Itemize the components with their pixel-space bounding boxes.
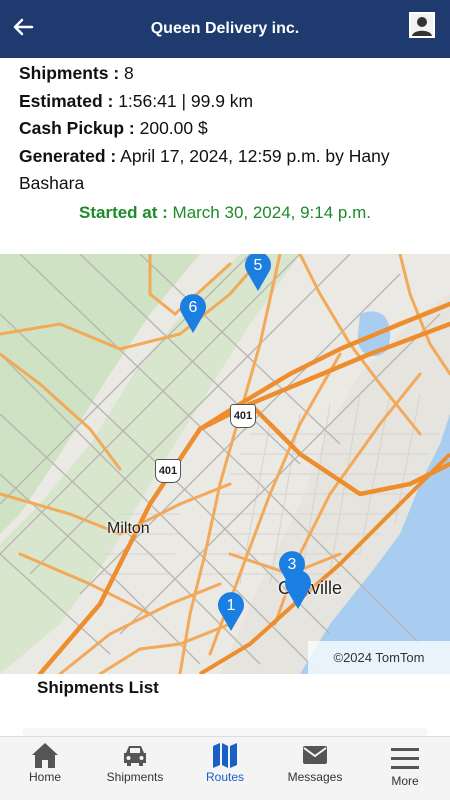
estimated-row: Estimated : 1:56:41 | 99.9 km <box>19 88 439 116</box>
app-screen: Queen Delivery inc. Shipments : 8 Estima… <box>0 0 450 800</box>
header-title: Queen Delivery inc. <box>150 20 300 37</box>
highway-401-shield-lower: 401 <box>155 459 181 483</box>
nav-home[interactable]: Home <box>0 737 90 800</box>
map-pin-6[interactable]: 6 <box>179 294 207 334</box>
nav-home-label: Home <box>28 770 61 784</box>
menu-icon <box>391 748 419 769</box>
cash-pickup-row: Cash Pickup : 200.00 $ <box>19 115 439 143</box>
pin-number: 1 <box>226 597 236 614</box>
profile-button[interactable] <box>409 12 435 38</box>
nav-more-label: More <box>391 774 419 788</box>
nav-routes[interactable]: Routes <box>180 737 270 800</box>
generated-label: Generated : <box>19 145 117 166</box>
shipments-row: Shipments : 8 <box>19 60 439 88</box>
map-pin-1[interactable]: 1 <box>217 592 245 632</box>
shipments-list-title: Shipments List <box>37 678 159 697</box>
shipments-list-card[interactable] <box>22 728 428 736</box>
nav-shipments-label: Shipments <box>106 770 164 784</box>
cash-pickup-label: Cash Pickup : <box>19 118 135 138</box>
started-label: Started at : <box>79 203 168 222</box>
estimated-label: Estimated : <box>19 90 114 111</box>
pin-number: 6 <box>188 299 198 316</box>
route-info: Shipments : 8 Estimated : 1:56:41 | 99.9… <box>19 60 439 198</box>
nav-routes-label: Routes <box>205 770 245 784</box>
route-map[interactable]: 401 401 Milton Oakville 5 6 3 1 ©2024 To… <box>0 254 450 674</box>
highway-401-shield-upper: 401 <box>230 404 256 428</box>
cash-pickup-value: 200.00 $ <box>139 118 208 138</box>
map-label-milton: Milton <box>107 520 150 537</box>
map-pin-stacked[interactable] <box>284 570 312 610</box>
home-icon <box>32 743 58 768</box>
shipments-value: 8 <box>124 63 134 83</box>
generated-value: April 17, 2024, 12:59 p.m. by Hany <box>120 145 390 166</box>
started-value: March 30, 2024, 9:14 p.m. <box>172 203 371 222</box>
map-icon <box>213 743 237 768</box>
nav-shipments[interactable]: Shipments <box>90 737 180 800</box>
map-pin-5[interactable]: 5 <box>244 254 272 292</box>
pin-number: 5 <box>253 257 263 274</box>
generated-value-line2: Bashara <box>19 173 85 193</box>
car-icon <box>124 746 146 766</box>
shipments-label: Shipments : <box>19 63 120 83</box>
nav-messages-label: Messages <box>287 770 343 784</box>
generated-row: Generated : April 17, 2024, 12:59 p.m. b… <box>19 143 439 198</box>
envelope-icon <box>303 746 327 764</box>
bottom-nav: Home Shipments Routes Messages More <box>0 736 450 800</box>
nav-more[interactable]: More <box>360 737 450 800</box>
map-pin-icon <box>285 570 311 609</box>
estimated-value: 1:56:41 | 99.9 km <box>118 90 254 111</box>
map-copyright: ©2024 TomTom <box>308 641 450 674</box>
started-at: Started at : March 30, 2024, 9:14 p.m. <box>0 203 450 223</box>
user-avatar-icon <box>411 14 433 36</box>
app-header: Queen Delivery inc. <box>0 0 450 58</box>
nav-messages[interactable]: Messages <box>270 737 360 800</box>
